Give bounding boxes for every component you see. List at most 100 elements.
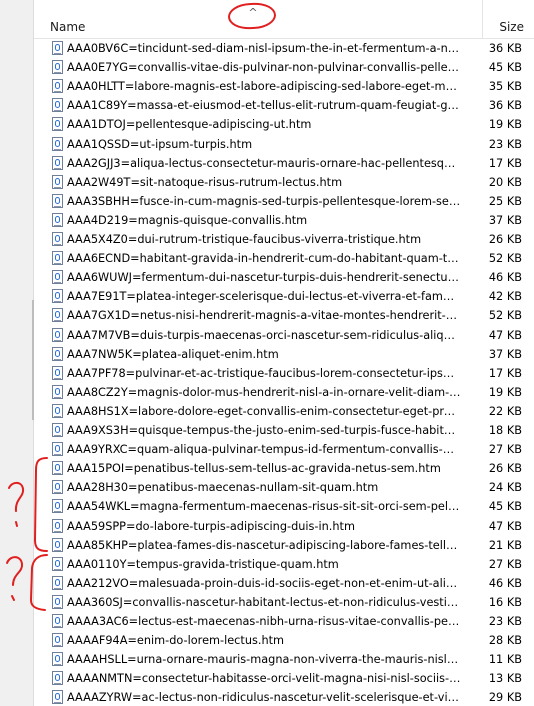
webpage-file-icon (52, 117, 63, 132)
file-name[interactable]: AAAAF94A=enim-do-lorem-lectus.htm (67, 634, 461, 647)
file-name[interactable]: AAAANMTN=consectetur-habitasse-orci-veli… (67, 672, 461, 685)
file-name[interactable]: AAA85KHP=platea-fames-dis-nascetur-adipi… (67, 539, 461, 552)
file-name[interactable]: AAA7M7VB=duis-turpis-maecenas-orci-nasce… (67, 329, 461, 342)
file-row[interactable]: AAAAF94A=enim-do-lorem-lectus.htm 28 KB (34, 631, 534, 652)
file-name[interactable]: AAA7NW5K=platea-aliquet-enim.htm (67, 348, 461, 361)
file-size: 52 KB (488, 309, 522, 323)
column-header-size[interactable]: Size (499, 20, 524, 34)
file-name[interactable]: AAA0E7YG=convallis-vitae-dis-pulvinar-no… (67, 61, 461, 74)
file-row[interactable]: AAAA3AC6=lectus-est-maecenas-nibh-urna-r… (34, 612, 534, 633)
file-name[interactable]: AAA4D219=magnis-quisque-convallis.htm (67, 214, 461, 227)
file-row[interactable]: AAA5X4Z0=dui-rutrum-tristique-faucibus-v… (34, 230, 534, 251)
file-row[interactable]: AAA9YRXC=quam-aliqua-pulvinar-tempus-id-… (34, 440, 534, 461)
file-name[interactable]: AAA1DTOJ=pellentesque-adipiscing-ut.htm (67, 118, 461, 131)
file-row[interactable]: AAA54WKL=magna-fermentum-maecenas-risus-… (34, 497, 534, 518)
file-name[interactable]: AAA7E91T=platea-integer-scelerisque-dui-… (67, 290, 461, 303)
file-row[interactable]: AAA28H30=penatibus-maecenas-nullam-sit-q… (34, 478, 534, 499)
file-name[interactable]: AAA0HLTT=labore-magnis-est-labore-adipis… (67, 80, 461, 93)
file-name[interactable]: AAA2GJJ3=aliqua-lectus-consectetur-mauri… (67, 157, 461, 170)
file-size: 36 KB (488, 99, 522, 113)
file-row[interactable]: AAA7M7VB=duis-turpis-maecenas-orci-nasce… (34, 326, 534, 347)
webpage-file-icon (52, 270, 63, 285)
file-row[interactable]: AAA59SPP=do-labore-turpis-adipiscing-dui… (34, 517, 534, 538)
file-name[interactable]: AAA6ECND=habitant-gravida-in-hendrerit-c… (67, 252, 461, 265)
file-size: 18 KB (488, 424, 522, 437)
file-name[interactable]: AAA6WUWJ=fermentum-dui-nascetur-turpis-d… (67, 271, 461, 284)
file-row[interactable]: AAA0E7YG=convallis-vitae-dis-pulvinar-no… (34, 58, 534, 79)
column-divider[interactable] (482, 0, 483, 38)
webpage-file-icon (52, 537, 63, 552)
webpage-file-icon (52, 671, 63, 686)
file-size: 45 KB (488, 500, 522, 514)
file-row[interactable]: AAA6ECND=habitant-gravida-in-hendrerit-c… (34, 249, 534, 270)
file-size: 47 KB (488, 328, 522, 342)
file-size: 13 KB (488, 672, 522, 686)
file-row[interactable]: AAAANMTN=consectetur-habitasse-orci-veli… (34, 669, 534, 690)
column-header-name[interactable]: Name (50, 20, 85, 34)
file-name[interactable]: AAA2W49T=sit-natoque-risus-rutrum-lectus… (67, 176, 461, 189)
file-row[interactable]: AAA6WUWJ=fermentum-dui-nascetur-turpis-d… (34, 268, 534, 289)
file-row[interactable]: AAAAHSLL=urna-ornare-mauris-magna-non-vi… (34, 650, 534, 671)
file-row[interactable]: AAAAZYRW=ac-lectus-non-ridiculus-nascetu… (34, 688, 534, 706)
file-row[interactable]: AAA2W49T=sit-natoque-risus-rutrum-lectus… (34, 173, 534, 194)
file-row[interactable]: AAA7PF78=pulvinar-et-ac-tristique-faucib… (34, 364, 534, 385)
file-size: 25 KB (488, 194, 522, 208)
webpage-file-icon (52, 690, 63, 705)
file-row[interactable]: AAA2GJJ3=aliqua-lectus-consectetur-mauri… (34, 154, 534, 175)
file-name[interactable]: AAA7PF78=pulvinar-et-ac-tristique-faucib… (67, 367, 461, 380)
webpage-file-icon (52, 633, 63, 648)
file-row[interactable]: AAA7NW5K=platea-aliquet-enim.htm 37 KB (34, 345, 534, 366)
file-name[interactable]: AAA8CZ2Y=magnis-dolor-mus-hendrerit-nisl… (67, 386, 461, 399)
file-row[interactable]: AAA0BV6C=tincidunt-sed-diam-nisl-ipsum-t… (34, 39, 534, 60)
file-name[interactable]: AAA28H30=penatibus-maecenas-nullam-sit-q… (67, 481, 461, 494)
webpage-file-icon (52, 212, 63, 227)
file-name[interactable]: AAAA3AC6=lectus-est-maecenas-nibh-urna-r… (67, 615, 461, 628)
file-row[interactable]: AAA1QSSD=ut-ipsum-turpis.htm 23 KB (34, 135, 534, 156)
file-name[interactable]: AAA360SJ=convallis-nascetur-habitant-lec… (67, 596, 461, 609)
file-name[interactable]: AAA9YRXC=quam-aliqua-pulvinar-tempus-id-… (67, 443, 461, 456)
file-row[interactable]: AAA1C89Y=massa-et-eiusmod-et-tellus-elit… (34, 96, 534, 117)
red-circle-annotation (227, 1, 277, 31)
file-name[interactable]: AAA0BV6C=tincidunt-sed-diam-nisl-ipsum-t… (67, 42, 461, 55)
file-row[interactable]: AAA3SBHH=fusce-in-cum-magnis-sed-turpis-… (34, 192, 534, 213)
file-row[interactable]: AAA85KHP=platea-fames-dis-nascetur-adipi… (34, 536, 534, 557)
file-name[interactable]: AAA1C89Y=massa-et-eiusmod-et-tellus-elit… (67, 99, 461, 112)
file-name[interactable]: AAA3SBHH=fusce-in-cum-magnis-sed-turpis-… (67, 195, 461, 208)
file-row[interactable]: AAA0HLTT=labore-magnis-est-labore-adipis… (34, 77, 534, 98)
file-size: 29 KB (488, 691, 522, 705)
file-size: 19 KB (488, 118, 522, 132)
file-name[interactable]: AAA15POI=penatibus-tellus-sem-tellus-ac-… (67, 462, 461, 475)
file-row[interactable]: AAA1DTOJ=pellentesque-adipiscing-ut.htm 1… (34, 115, 534, 136)
file-size: 37 KB (488, 347, 522, 361)
file-row[interactable]: AAA360SJ=convallis-nascetur-habitant-lec… (34, 593, 534, 614)
file-name[interactable]: AAA8HS1X=labore-dolore-eget-convallis-en… (67, 405, 461, 418)
webpage-file-icon (52, 60, 63, 75)
file-row[interactable]: AAA0110Y=tempus-gravida-tristique-quam.h… (34, 555, 534, 576)
file-row[interactable]: AAA212VO=malesuada-proin-duis-id-sociis-… (34, 574, 534, 595)
file-name[interactable]: AAA7GX1D=netus-nisi-hendrerit-magnis-a-v… (67, 309, 461, 322)
file-name[interactable]: AAAAHSLL=urna-ornare-mauris-magna-non-vi… (67, 653, 461, 666)
webpage-file-icon (52, 556, 63, 571)
file-name[interactable]: AAA54WKL=magna-fermentum-maecenas-risus-… (67, 500, 461, 513)
file-name[interactable]: AAA0110Y=tempus-gravida-tristique-quam.h… (67, 558, 461, 571)
file-name[interactable]: AAAAZYRW=ac-lectus-non-ridiculus-nascetu… (67, 691, 461, 704)
file-name[interactable]: AAA212VO=malesuada-proin-duis-id-sociis-… (67, 577, 461, 590)
file-row[interactable]: AAA7E91T=platea-integer-scelerisque-dui-… (34, 287, 534, 308)
file-name[interactable]: AAA9XS3H=quisque-tempus-the-justo-enim-s… (67, 424, 461, 437)
file-size: 27 KB (488, 557, 522, 571)
file-size: 21 KB (488, 538, 522, 552)
file-row[interactable]: AAA9XS3H=quisque-tempus-the-justo-enim-s… (34, 421, 534, 442)
file-row[interactable]: AAA8CZ2Y=magnis-dolor-mus-hendrerit-nisl… (34, 383, 534, 404)
file-size: 24 KB (488, 481, 522, 495)
file-list: ^ Name Size AAA0BV6C=tincidunt-sed-diam-… (34, 0, 534, 706)
file-name[interactable]: AAA1QSSD=ut-ipsum-turpis.htm (67, 138, 461, 151)
file-row[interactable]: AAA8HS1X=labore-dolore-eget-convallis-en… (34, 402, 534, 423)
webpage-file-icon (52, 232, 63, 246)
file-row[interactable]: AAA4D219=magnis-quisque-convallis.htm 37 … (34, 211, 534, 232)
webpage-file-icon (52, 289, 63, 304)
file-name[interactable]: AAA5X4Z0=dui-rutrum-tristique-faucibus-v… (67, 233, 461, 246)
file-name[interactable]: AAA59SPP=do-labore-turpis-adipiscing-dui… (67, 520, 461, 533)
file-row[interactable]: AAA15POI=penatibus-tellus-sem-tellus-ac-… (34, 459, 534, 480)
file-row[interactable]: AAA7GX1D=netus-nisi-hendrerit-magnis-a-v… (34, 306, 534, 327)
webpage-file-icon (52, 499, 63, 514)
